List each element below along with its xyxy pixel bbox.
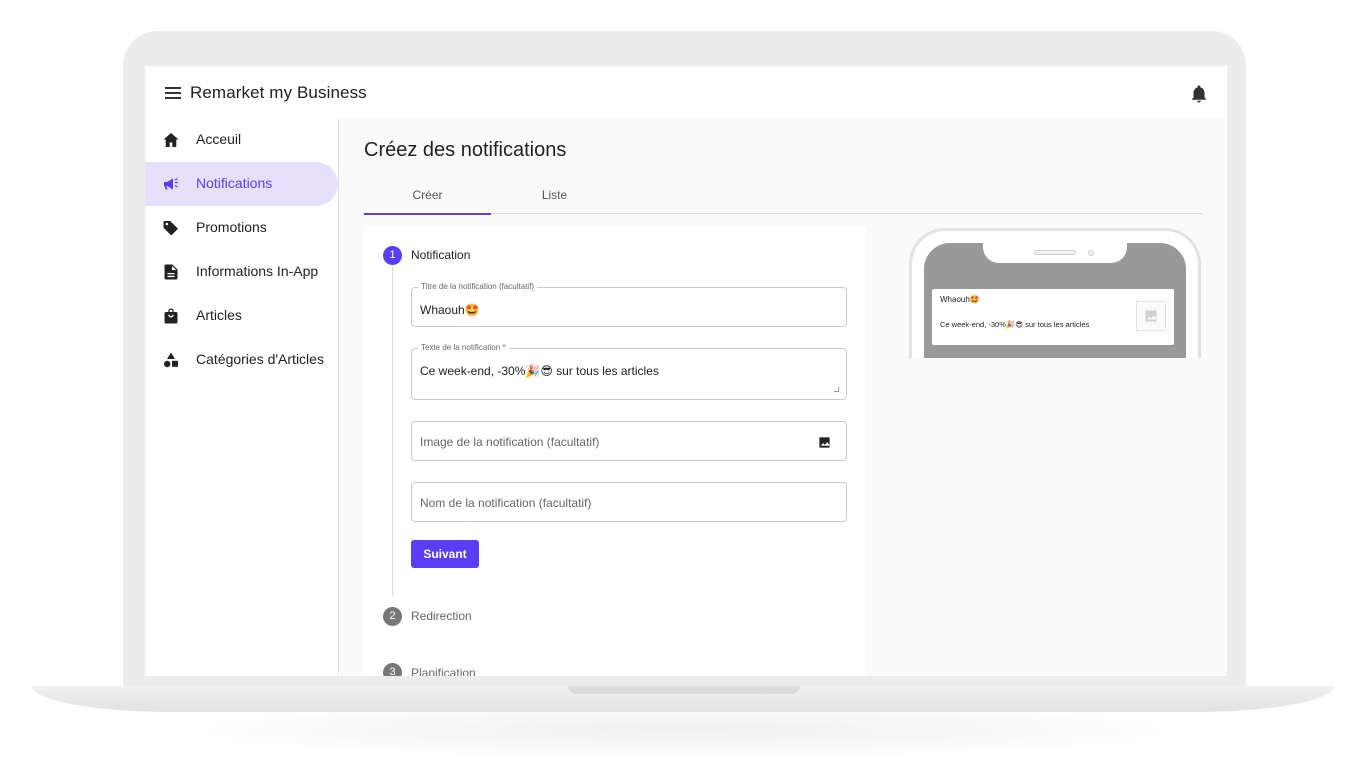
stepper-card: 1 Notification Titre de la notification …: [364, 227, 866, 676]
shapes-icon: [164, 352, 178, 368]
phone-preview: Whaouh🤩 Ce week-end, -30%🎉😎 sur tous les…: [909, 228, 1201, 358]
phone-speaker: [1034, 250, 1076, 255]
step-3-indicator: 3: [383, 663, 402, 676]
sidebar-item-promotions[interactable]: Promotions: [145, 206, 338, 250]
sidebar-item-label: Acceuil: [196, 131, 242, 147]
tab-label: Créer: [412, 188, 443, 202]
main-content: Créez des notifications Créer Liste 1 No…: [339, 118, 1227, 676]
sidebar-item-notifications[interactable]: Notifications: [145, 162, 338, 206]
app-bar: Remarket my Business: [145, 66, 1227, 118]
step-3-label[interactable]: Planification: [411, 666, 476, 676]
field-placeholder: Nom de la notification (facultatif): [420, 496, 592, 510]
megaphone-icon: [164, 177, 178, 190]
field-placeholder: Image de la notification (facultatif): [420, 435, 600, 449]
sidebar-item-informations-in-app[interactable]: Informations In-App: [145, 250, 338, 294]
sidebar-item-label: Promotions: [196, 219, 267, 235]
sidebar-item-articles[interactable]: Articles: [145, 294, 338, 338]
tab-liste[interactable]: Liste: [491, 180, 618, 214]
preview-text: Ce week-end, -30%🎉😎 sur tous les article…: [940, 320, 1090, 329]
home-icon: [163, 133, 179, 147]
hamburger-menu-icon[interactable]: [165, 87, 181, 99]
phone-screen: Whaouh🤩 Ce week-end, -30%🎉😎 sur tous les…: [924, 243, 1186, 358]
preview-title: Whaouh🤩: [940, 295, 980, 304]
preview-image-placeholder: [1136, 301, 1166, 331]
field-value: Whaouh🤩: [420, 303, 480, 317]
field-label: Titre de la notification (facultatif): [418, 282, 538, 291]
tab-bar: Créer Liste: [364, 180, 1202, 215]
notification-image-field[interactable]: Image de la notification (facultatif): [411, 421, 847, 461]
notification-preview-card: Whaouh🤩 Ce week-end, -30%🎉😎 sur tous les…: [932, 289, 1174, 345]
step-1-label: Notification: [411, 248, 471, 262]
step-1-indicator: 1: [383, 246, 402, 265]
tab-label: Liste: [541, 188, 568, 202]
laptop-notch: [568, 686, 800, 694]
image-icon[interactable]: [818, 436, 831, 449]
step-2-label[interactable]: Redirection: [411, 609, 472, 623]
step-2-indicator: 2: [383, 607, 402, 626]
bell-icon[interactable]: [1191, 85, 1207, 103]
next-button[interactable]: Suivant: [411, 540, 479, 568]
sidebar-item-label: Articles: [196, 307, 242, 323]
field-label: Texte de la notification *: [418, 343, 509, 352]
notification-title-field[interactable]: Titre de la notification (facultatif) Wh…: [411, 282, 847, 327]
notification-text-field[interactable]: Texte de la notification * Ce week-end, …: [411, 343, 847, 400]
resize-handle[interactable]: [834, 387, 839, 392]
document-icon: [164, 264, 178, 280]
field-value: Ce week-end, -30%🎉😎 sur tous les article…: [420, 364, 659, 378]
app-title: Remarket my Business: [190, 83, 367, 102]
sidebar-item-label: Informations In-App: [196, 263, 319, 279]
image-placeholder-icon: [1145, 310, 1157, 322]
notification-name-field[interactable]: Nom de la notification (facultatif): [411, 482, 847, 522]
sidebar: Acceuil Notifications Promotions Informa…: [145, 118, 339, 676]
stepper-connector: [392, 266, 393, 596]
sidebar-item-label: Notifications: [196, 175, 273, 191]
sidebar-item-categories-articles[interactable]: Catégories d'Articles: [145, 338, 338, 382]
sidebar-item-label: Catégories d'Articles: [196, 351, 324, 367]
app-screen: Remarket my Business Acceuil Notificatio…: [145, 66, 1227, 676]
page-title: Créez des notifications: [364, 139, 567, 161]
tab-creer[interactable]: Créer: [364, 180, 491, 215]
phone-camera: [1088, 250, 1094, 256]
shopping-bag-icon: [164, 308, 178, 324]
sidebar-item-acceuil[interactable]: Acceuil: [145, 118, 338, 162]
tag-icon: [163, 221, 178, 236]
